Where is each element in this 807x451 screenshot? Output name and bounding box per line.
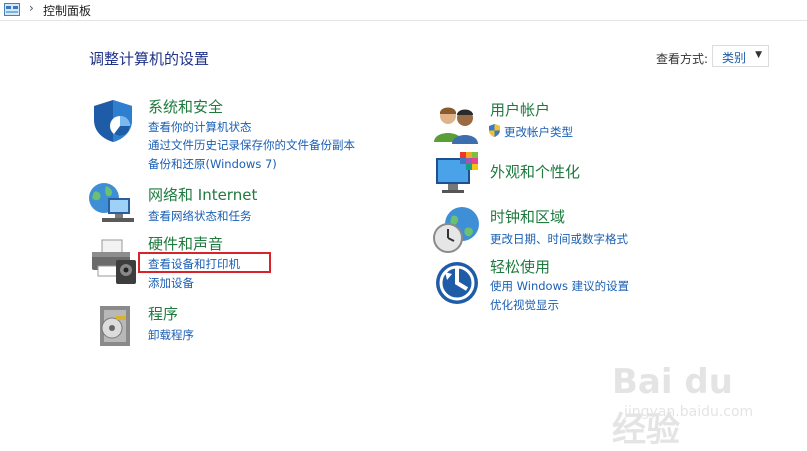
clock-region-icon[interactable] [432, 206, 482, 254]
control-panel-icon [4, 3, 20, 16]
link-change-account-type[interactable]: 更改帐户类型 [504, 125, 573, 139]
baidu-watermark: Bai du 经验 jingyan.baidu.com [612, 362, 772, 450]
link-file-history-backup[interactable]: 通过文件历史记录保存你的文件备份副本 [148, 138, 355, 152]
red-highlight-box [138, 252, 271, 273]
address-bar[interactable]: › 控制面板 [0, 0, 807, 21]
page-title: 调整计算机的设置 [89, 50, 210, 68]
category-programs[interactable]: 程序 [148, 305, 178, 323]
watermark-url: jingyan.baidu.com [624, 404, 754, 420]
view-by-dropdown[interactable]: 类别 ▼ [712, 45, 769, 67]
programs-icon[interactable] [94, 302, 134, 350]
category-clock-region[interactable]: 时钟和区域 [490, 208, 565, 226]
category-system-security[interactable]: 系统和安全 [148, 98, 223, 116]
link-change-date-time-format[interactable]: 更改日期、时间或数字格式 [490, 232, 628, 246]
link-view-network-status[interactable]: 查看网络状态和任务 [148, 209, 252, 223]
ease-of-access-icon[interactable] [434, 260, 480, 306]
link-backup-restore[interactable]: 备份和还原(Windows 7) [148, 157, 277, 171]
appearance-monitor-icon[interactable] [434, 152, 482, 196]
category-user-accounts[interactable]: 用户帐户 [490, 101, 550, 119]
printer-icon[interactable] [88, 238, 138, 286]
link-uninstall-program[interactable]: 卸载程序 [148, 328, 194, 342]
category-hardware-sound[interactable]: 硬件和声音 [148, 235, 223, 253]
category-network-internet[interactable]: 网络和 Internet [148, 186, 257, 204]
link-view-computer-status[interactable]: 查看你的计算机状态 [148, 120, 252, 134]
category-ease-of-access[interactable]: 轻松使用 [490, 258, 550, 276]
user-accounts-icon[interactable] [432, 104, 480, 144]
breadcrumb-chevron-icon: › [29, 1, 34, 15]
shield-icon[interactable] [90, 98, 136, 144]
breadcrumb-control-panel[interactable]: 控制面板 [43, 2, 91, 19]
uac-shield-icon [489, 124, 500, 137]
link-windows-recommended-settings[interactable]: 使用 Windows 建议的设置 [490, 279, 629, 293]
view-by-value: 类别 [722, 51, 747, 65]
category-appearance-personalization[interactable]: 外观和个性化 [490, 163, 580, 181]
view-by-label: 查看方式: [656, 52, 709, 66]
link-add-device[interactable]: 添加设备 [148, 276, 194, 290]
network-globe-icon[interactable] [88, 180, 136, 224]
link-optimize-visual-display[interactable]: 优化视觉显示 [490, 298, 559, 312]
chevron-down-icon: ▼ [755, 50, 762, 60]
